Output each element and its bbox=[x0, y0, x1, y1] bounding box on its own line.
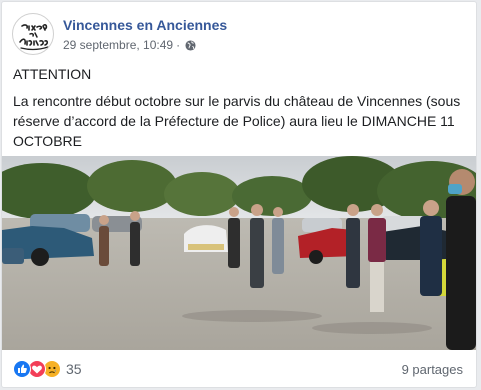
post-footer: 35 9 partages bbox=[2, 352, 476, 387]
car-meetup-photo bbox=[2, 156, 476, 350]
page-name-link[interactable]: Vincennes en Anciennes bbox=[63, 17, 227, 33]
post-meta: 29 septembre, 10:49 · bbox=[63, 38, 196, 52]
shares-count[interactable]: 9 partages bbox=[402, 362, 463, 377]
post-card: Vincennes en Anciennes 29 septembre, 10:… bbox=[1, 1, 477, 388]
post-attention: ATTENTION bbox=[13, 66, 92, 82]
post-message: ATTENTION La rencontre début octobre sur… bbox=[13, 64, 469, 159]
post-date[interactable]: 29 septembre, 10:49 bbox=[63, 38, 173, 52]
globe-icon[interactable] bbox=[185, 39, 196, 51]
post-body: La rencontre début octobre sur le parvis… bbox=[13, 93, 461, 149]
reactions-summary[interactable]: 35 bbox=[13, 360, 82, 378]
post-header: Vincennes en Anciennes 29 septembre, 10:… bbox=[12, 13, 468, 57]
page-avatar[interactable] bbox=[12, 13, 54, 55]
meta-separator: · bbox=[176, 38, 181, 52]
post-photo[interactable] bbox=[2, 156, 476, 350]
reaction-count[interactable]: 35 bbox=[66, 361, 82, 377]
like-icon bbox=[13, 360, 31, 378]
page-logo-icon bbox=[19, 24, 49, 50]
